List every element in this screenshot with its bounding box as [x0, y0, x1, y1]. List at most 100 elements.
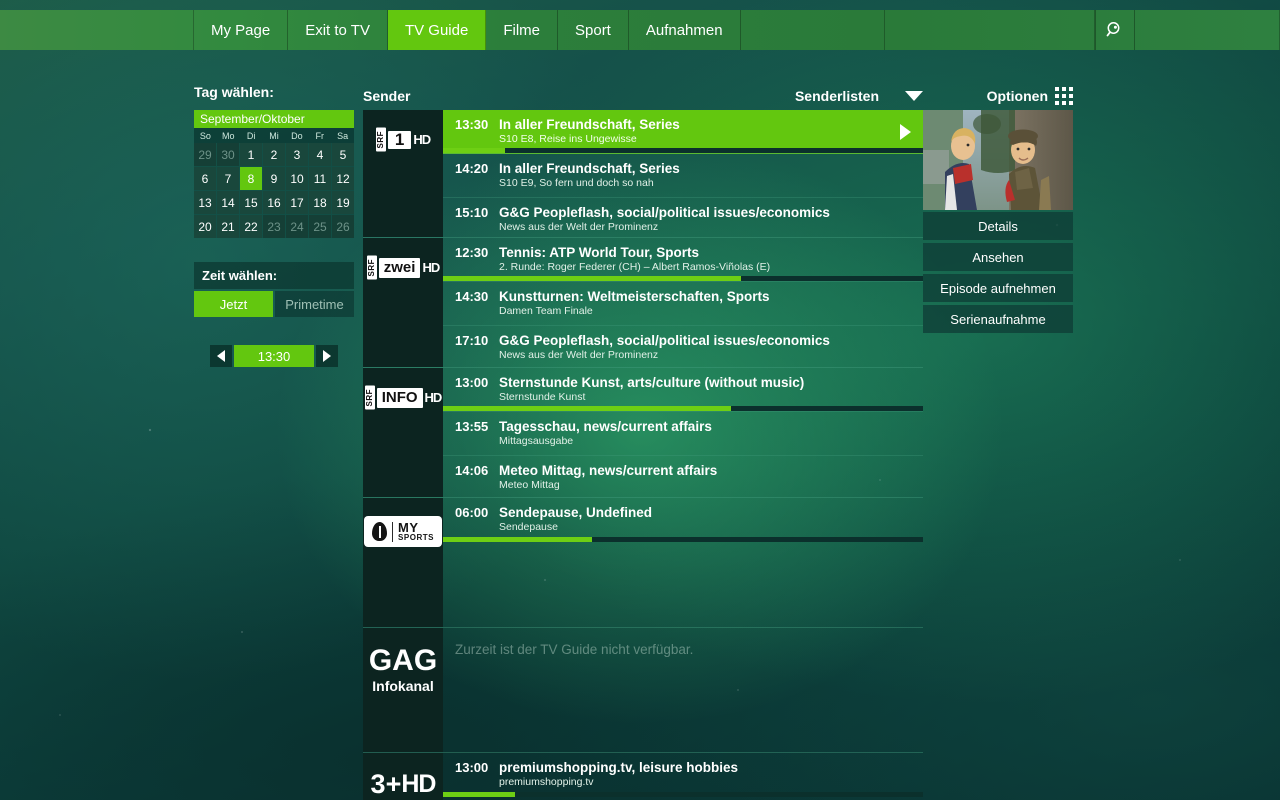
- channel-row: GAG Infokanal Zurzeit ist der TV Guide nic…: [363, 628, 923, 753]
- channel-logo-cell[interactable]: GAG Infokanal: [363, 628, 443, 752]
- calendar-day[interactable]: 13: [194, 191, 216, 214]
- calendar-day[interactable]: 21: [217, 215, 239, 238]
- time-prev-button[interactable]: [210, 345, 232, 367]
- calendar-weekday: Mi: [269, 131, 279, 141]
- nav-item-filme[interactable]: Filme: [486, 10, 558, 50]
- day-picker-heading: Tag wählen:: [194, 84, 274, 100]
- program-row[interactable]: 15:10 G&G Peopleflash, social/political i…: [443, 198, 923, 242]
- program-row[interactable]: 12:30 Tennis: ATP World Tour, Sports 2. Ru…: [443, 238, 923, 282]
- program-row[interactable]: 14:06 Meteo Mittag, news/current affairs M…: [443, 456, 923, 500]
- options-label: Optionen: [986, 88, 1048, 104]
- program-row-current[interactable]: 13:30 In aller Freundschaft, Series S10 E8…: [443, 110, 923, 154]
- calendar-day[interactable]: 29: [194, 143, 216, 166]
- calendar-day[interactable]: 24: [286, 215, 308, 238]
- logo-divider: [392, 521, 394, 542]
- program-row[interactable]: 14:30 Kunstturnen: Weltmeisterschaften, S…: [443, 282, 923, 326]
- program-headline: 13:00 Sternstunde Kunst, arts/culture (wi…: [455, 375, 913, 390]
- channel-logo-gag-infokanal: GAG Infokanal: [369, 646, 437, 695]
- channel-row: SRF INFO HD 13:00 Sternstunde Kunst, arts/cu…: [363, 368, 923, 498]
- calendar-day[interactable]: 19: [332, 191, 354, 214]
- program-time: 17:10: [455, 333, 489, 348]
- program-headline: 14:30 Kunstturnen: Weltmeisterschaften, S…: [455, 289, 913, 304]
- search-button[interactable]: [1095, 10, 1136, 50]
- program-headline: 13:55 Tagesschau, news/current affairs: [455, 419, 913, 434]
- program-row[interactable]: 13:00 premiumshopping.tv, leisure hobbies…: [443, 753, 923, 797]
- calendar-day[interactable]: 20: [194, 215, 216, 238]
- time-next-button[interactable]: [316, 345, 338, 367]
- time-primetime-button[interactable]: Primetime: [275, 291, 354, 317]
- calendar-day[interactable]: 22: [240, 215, 262, 238]
- options-button[interactable]: Optionen: [923, 82, 1073, 110]
- channel-logo-cell[interactable]: SRF 1 HD: [363, 110, 443, 237]
- calendar-day[interactable]: 12: [332, 167, 354, 190]
- program-progress-bar: [443, 537, 923, 542]
- program-headline: 12:30 Tennis: ATP World Tour, Sports: [455, 245, 913, 260]
- program-row[interactable]: 13:00 Sternstunde Kunst, arts/culture (wi…: [443, 368, 923, 412]
- time-picker: Zeit wählen: Jetzt Primetime 13:30: [194, 262, 354, 367]
- action-button-episode-aufnehmen[interactable]: Episode aufnehmen: [923, 274, 1073, 302]
- calendar-day-selected[interactable]: 8: [240, 167, 262, 190]
- calendar-day[interactable]: 25: [309, 215, 331, 238]
- guide-unavailable-message: Zurzeit ist der TV Guide nicht verfügbar…: [455, 642, 694, 657]
- calendar-day[interactable]: 9: [263, 167, 285, 190]
- calendar-day[interactable]: 5: [332, 143, 354, 166]
- channel-lists-dropdown[interactable]: Senderlisten: [795, 88, 923, 104]
- calendar-day[interactable]: 23: [263, 215, 285, 238]
- play-caret-icon[interactable]: [900, 123, 911, 140]
- time-now-button[interactable]: Jetzt: [194, 291, 273, 317]
- calendar-weekday-row: So Mo Di Mi Do Fr Sa: [194, 128, 354, 143]
- nav-item-exit-to-tv[interactable]: Exit to TV: [288, 10, 388, 50]
- action-button-ansehen[interactable]: Ansehen: [923, 243, 1073, 271]
- calendar-day[interactable]: 11: [309, 167, 331, 190]
- calendar-widget[interactable]: September/Oktober So Mo Di Mi Do Fr Sa 29 30 1 2 3…: [194, 110, 354, 238]
- calendar-day[interactable]: 30: [217, 143, 239, 166]
- calendar-day[interactable]: 3: [286, 143, 308, 166]
- threeplus-wordmark: 3+: [370, 769, 402, 799]
- calendar-day[interactable]: 6: [194, 167, 216, 190]
- program-time: 13:55: [455, 419, 489, 434]
- calendar-day[interactable]: 15: [240, 191, 262, 214]
- calendar-day[interactable]: 2: [263, 143, 285, 166]
- action-button-serienaufnahme[interactable]: Serienaufnahme: [923, 305, 1073, 333]
- calendar-day[interactable]: 7: [217, 167, 239, 190]
- channel-row: SRF 1 HD 13:30 In aller Freundschaft, Series…: [363, 110, 923, 238]
- program-row[interactable]: 06:00 Sendepause, Undefined Sendepause: [443, 498, 923, 542]
- tv-guide-grid[interactable]: SRF 1 HD 13:30 In aller Freundschaft, Series…: [363, 110, 923, 800]
- time-value-display[interactable]: 13:30: [234, 345, 314, 367]
- calendar-day[interactable]: 18: [309, 191, 331, 214]
- calendar-month-label: September/Oktober: [194, 110, 354, 128]
- hd-badge: HD: [422, 260, 440, 276]
- nav-item-sport[interactable]: Sport: [558, 10, 629, 50]
- nav-item-my-page[interactable]: My Page: [194, 10, 289, 50]
- srf-prefix: SRF: [364, 386, 375, 410]
- program-row[interactable]: 14:20 In aller Freundschaft, Series S10 E9…: [443, 154, 923, 198]
- nav-item-tv-guide[interactable]: TV Guide: [387, 10, 487, 50]
- program-title: In aller Freundschaft, Series: [499, 117, 680, 132]
- nav-items-group: My Page Exit to TV TV Guide Filme Sport Aufna…: [194, 10, 741, 50]
- calendar-day[interactable]: 4: [309, 143, 331, 166]
- left-sidebar: Tag wählen: September/Oktober So Mo Di Mi Do…: [194, 84, 354, 367]
- calendar-day[interactable]: 14: [217, 191, 239, 214]
- channel-logo-cell[interactable]: MY SPORTS: [363, 498, 443, 627]
- program-row[interactable]: 13:55 Tagesschau, news/current affairs Mit…: [443, 412, 923, 456]
- calendar-day[interactable]: 16: [263, 191, 285, 214]
- program-title: Tagesschau, news/current affairs: [499, 419, 712, 434]
- calendar-day[interactable]: 1: [240, 143, 262, 166]
- calendar-day[interactable]: 10: [286, 167, 308, 190]
- calendar-day[interactable]: 26: [332, 215, 354, 238]
- channel-logo-cell[interactable]: 3+ HD: [363, 753, 443, 800]
- program-time: 12:30: [455, 245, 489, 260]
- channel-logo-cell[interactable]: SRF zwei HD: [363, 238, 443, 367]
- program-title: Kunstturnen: Weltmeisterschaften, Sports: [499, 289, 770, 304]
- channel-logo-cell[interactable]: SRF INFO HD: [363, 368, 443, 497]
- program-subtitle: Sternstunde Kunst: [499, 391, 586, 403]
- program-row[interactable]: 17:10 G&G Peopleflash, social/political i…: [443, 326, 923, 370]
- search-icon: [1106, 22, 1120, 37]
- calendar-weekday: Sa: [337, 131, 349, 141]
- program-subtitle: Meteo Mittag: [499, 479, 560, 491]
- calendar-day[interactable]: 17: [286, 191, 308, 214]
- gag-subtitle: Infokanal: [372, 678, 434, 694]
- srf-channel-name: zwei: [378, 257, 421, 278]
- action-button-details[interactable]: Details: [923, 212, 1073, 240]
- nav-item-aufnahmen[interactable]: Aufnahmen: [629, 10, 741, 50]
